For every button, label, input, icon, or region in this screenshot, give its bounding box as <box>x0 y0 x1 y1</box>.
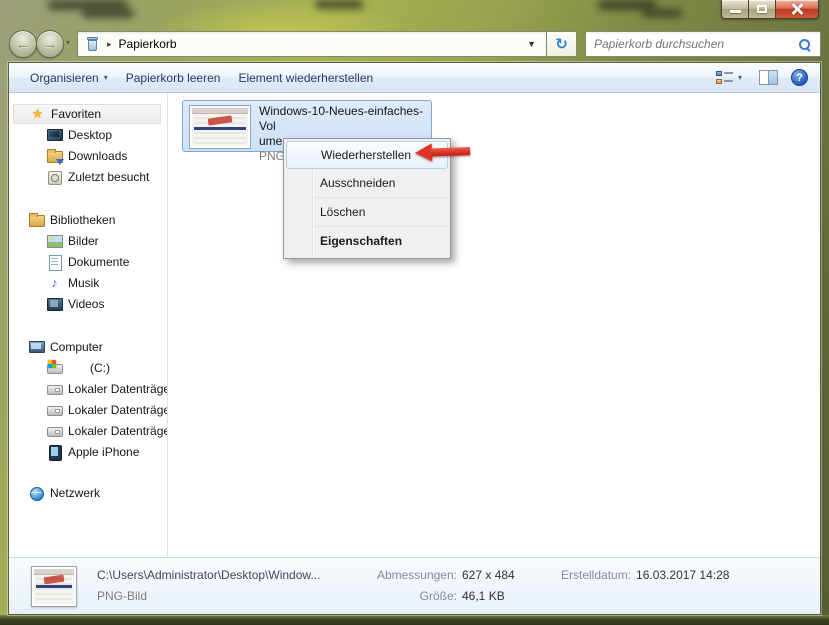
details-properties: Abmessungen: 627 x 484 Größe: 46,1 KB <box>349 568 515 610</box>
desktop-blur-artifact <box>642 9 682 17</box>
details-file-type: PNG-Bild <box>97 589 147 603</box>
music-icon: ♪ <box>47 276 62 290</box>
help-button[interactable]: ? <box>791 69 808 86</box>
computer-icon <box>29 340 44 354</box>
content-area: ★ Favoriten Desktop Downloads Zuletzt be… <box>9 93 820 557</box>
search-box <box>585 31 821 57</box>
breadcrumb-location[interactable]: Papierkorb <box>119 37 177 51</box>
sidebar-item-videos[interactable]: Videos <box>9 293 167 314</box>
menu-item-eigenschaften[interactable]: Eigenschaften <box>286 227 448 256</box>
chevron-down-icon: ▾ <box>738 73 742 82</box>
menu-item-loeschen[interactable]: Löschen <box>286 198 448 227</box>
forward-arrow-icon: → <box>43 36 58 53</box>
videos-icon <box>47 297 62 311</box>
local-drive-icon <box>47 424 62 438</box>
maximize-button[interactable] <box>749 0 776 19</box>
back-button[interactable]: ← <box>9 30 37 58</box>
downloads-folder-icon <box>47 149 62 163</box>
sidebar-item-lokaler-datentraeger-3[interactable]: Lokaler Datenträger <box>9 420 167 441</box>
size-value: 46,1 KB <box>462 589 505 603</box>
menu-item-ausschneiden[interactable]: Ausschneiden <box>286 169 448 198</box>
local-drive-icon <box>47 403 62 417</box>
refresh-icon: ↻ <box>555 35 568 53</box>
sidebar-item-computer[interactable]: Computer <box>9 336 167 357</box>
close-button[interactable] <box>776 0 819 19</box>
close-icon <box>791 3 804 15</box>
created-date: Erstelldatum: 16.03.2017 14:28 <box>561 568 729 582</box>
network-icon <box>29 486 44 500</box>
restore-item-label: Element wiederherstellen <box>238 71 373 85</box>
desktop-icon <box>47 128 62 142</box>
size-label: Größe: <box>349 589 457 603</box>
local-drive-icon <box>47 382 62 396</box>
sidebar-item-desktop[interactable]: Desktop <box>9 124 167 145</box>
sidebar-item-dokumente[interactable]: Dokumente <box>9 251 167 272</box>
empty-recycle-bin-label: Papierkorb leeren <box>126 71 221 85</box>
restore-item-button[interactable]: Element wiederherstellen <box>229 67 382 89</box>
sidebar-item-lokaler-datentraeger-2[interactable]: Lokaler Datenträger <box>9 399 167 420</box>
recent-places-icon <box>47 170 62 184</box>
chevron-down-icon: ▾ <box>104 73 108 82</box>
window-controls <box>721 0 819 20</box>
search-icon[interactable] <box>799 39 811 51</box>
recycle-bin-icon <box>86 37 99 51</box>
empty-recycle-bin-button[interactable]: Papierkorb leeren <box>117 67 230 89</box>
toolbar-right-group: ▾ ? <box>712 67 808 89</box>
recent-pages-chevron[interactable]: ▾ <box>66 38 70 47</box>
search-input[interactable] <box>594 37 794 51</box>
forward-button[interactable]: → <box>36 30 64 58</box>
file-thumbnail <box>189 105 251 149</box>
sidebar-item-apple-iphone[interactable]: Apple iPhone <box>9 441 167 462</box>
views-icon <box>716 71 733 85</box>
sidebar-item-lokaler-datentraeger-1[interactable]: Lokaler Datenträger <box>9 378 167 399</box>
created-label: Erstelldatum: <box>561 568 631 582</box>
sidebar-item-downloads[interactable]: Downloads <box>9 145 167 166</box>
sidebar-item-favoriten[interactable]: ★ Favoriten <box>13 104 161 124</box>
minimize-button[interactable] <box>721 0 749 19</box>
organize-label: Organisieren <box>30 71 99 85</box>
sidebar-item-zuletzt-besucht[interactable]: Zuletzt besucht <box>9 166 167 187</box>
maximize-icon <box>757 5 767 13</box>
preview-pane-button[interactable] <box>759 70 778 85</box>
dimensions-label: Abmessungen: <box>349 568 457 582</box>
details-thumbnail <box>31 566 77 607</box>
sidebar-item-bilder[interactable]: Bilder <box>9 230 167 251</box>
navigation-pane: ★ Favoriten Desktop Downloads Zuletzt be… <box>9 93 168 557</box>
favorites-star-icon: ★ <box>30 107 45 121</box>
created-value: 16.03.2017 14:28 <box>636 568 729 582</box>
pictures-icon <box>47 234 62 248</box>
file-list-pane: Windows-10-Neues-einfaches-Vol ume.png P… <box>168 93 820 557</box>
dimensions-value: 627 x 484 <box>462 568 515 582</box>
address-bar[interactable]: ▸ Papierkorb ▼ <box>77 31 546 57</box>
desktop-blur-artifact <box>82 9 134 18</box>
details-pane: C:\Users\Administrator\Desktop\Window...… <box>9 557 820 614</box>
help-icon: ? <box>796 72 803 84</box>
sidebar-item-c-drive[interactable]: (C:) <box>9 357 167 378</box>
back-arrow-icon: ← <box>16 36 31 53</box>
libraries-folder-icon <box>29 213 44 227</box>
window-bottom-border <box>0 615 829 625</box>
annotation-arrow-icon <box>415 142 472 162</box>
refresh-button[interactable]: ↻ <box>546 31 577 57</box>
explorer-window: ← → ▾ ▸ Papierkorb ▼ ↻ Organisieren ▾ Pa… <box>0 0 829 625</box>
command-toolbar: Organisieren ▾ Papierkorb leeren Element… <box>9 63 820 93</box>
breadcrumb-arrow-icon[interactable]: ▸ <box>107 39 112 50</box>
minimize-icon <box>730 10 741 13</box>
iphone-icon <box>47 445 62 459</box>
sidebar-item-netzwerk[interactable]: Netzwerk <box>9 482 167 503</box>
system-drive-icon <box>47 361 62 375</box>
sidebar-item-bibliotheken[interactable]: Bibliotheken <box>9 209 167 230</box>
documents-icon <box>47 255 62 269</box>
change-view-button[interactable]: ▾ <box>712 67 746 89</box>
details-file-path: C:\Users\Administrator\Desktop\Window... <box>97 568 320 582</box>
sidebar-item-musik[interactable]: ♪ Musik <box>9 272 167 293</box>
desktop-blur-artifact <box>315 0 363 9</box>
address-dropdown-icon[interactable]: ▼ <box>523 39 540 49</box>
organize-button[interactable]: Organisieren ▾ <box>21 67 117 89</box>
